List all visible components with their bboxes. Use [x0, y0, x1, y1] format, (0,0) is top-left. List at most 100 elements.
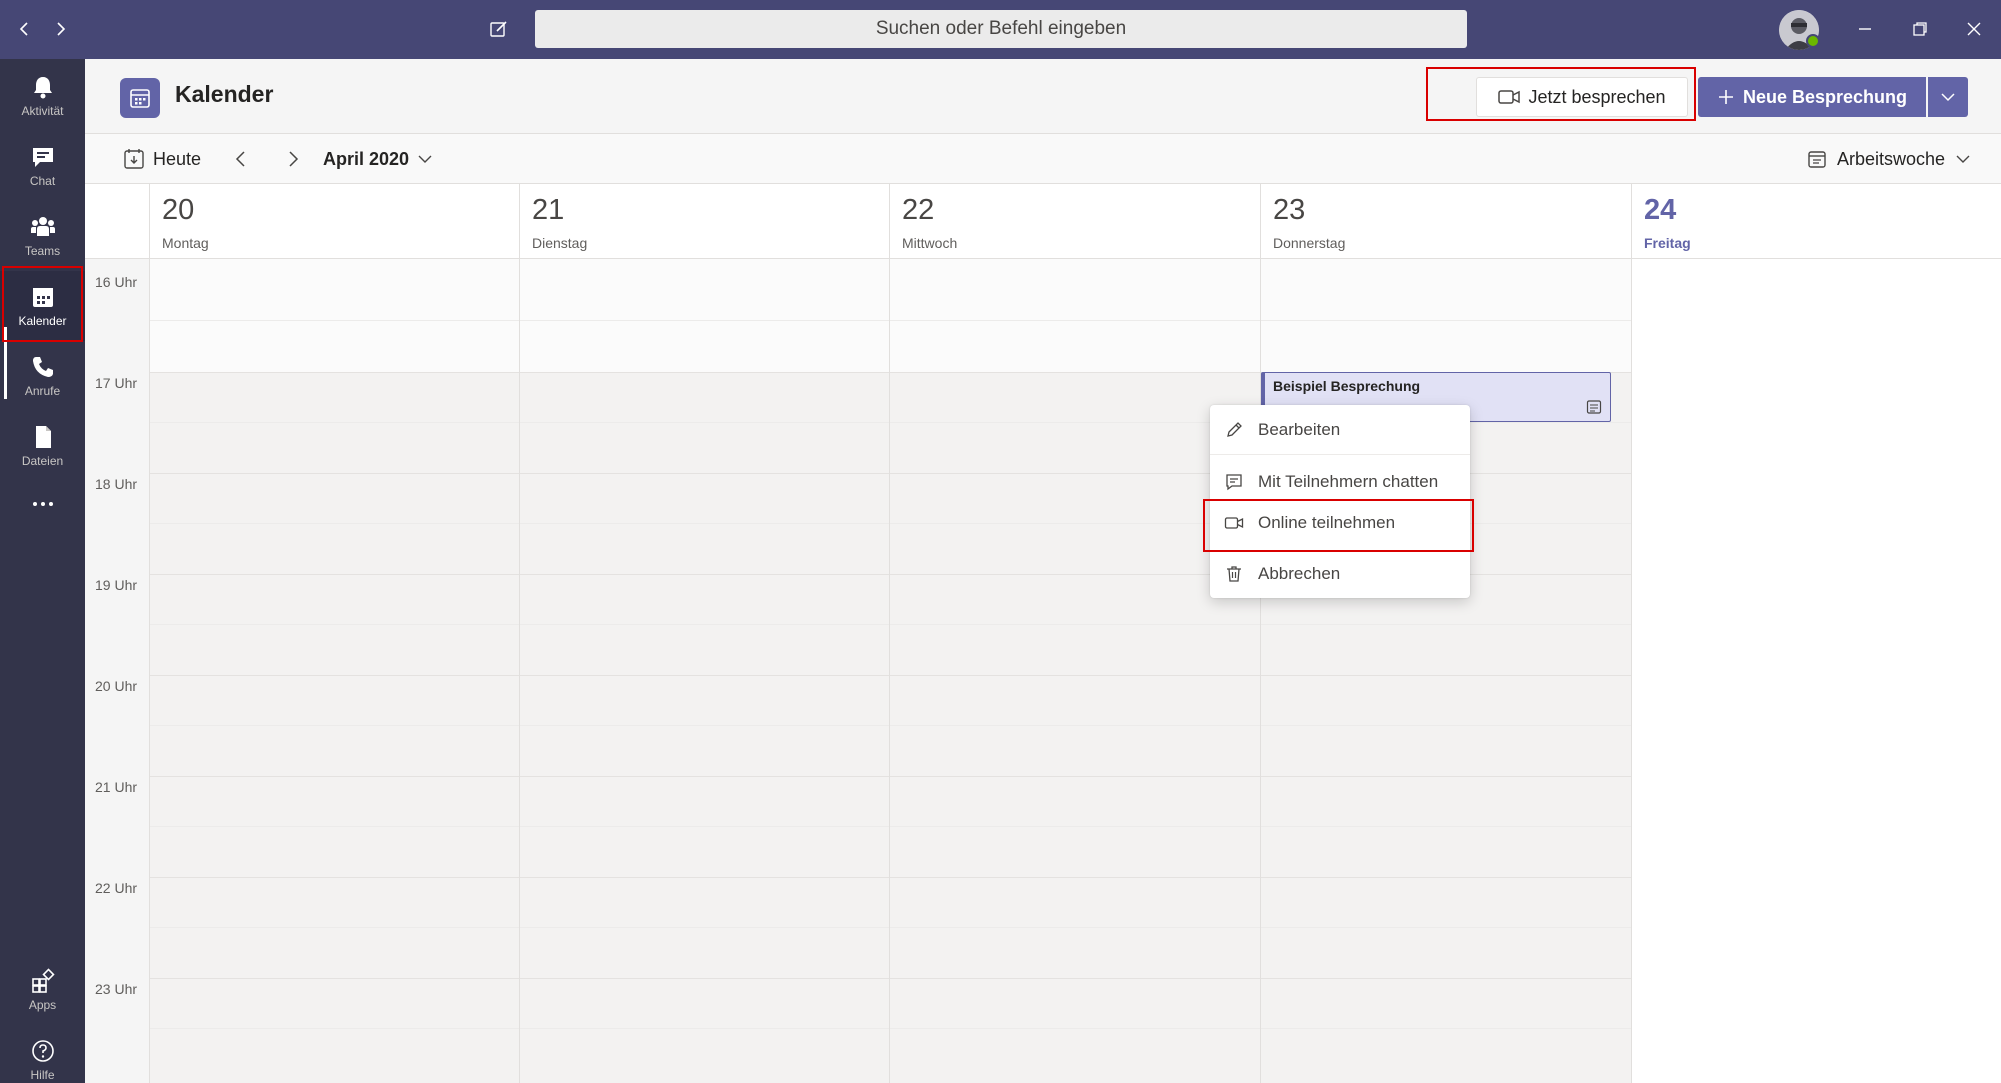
hour-label: 21 Uhr — [95, 779, 138, 795]
rail-item-files[interactable]: Dateien — [0, 411, 85, 481]
minimize-icon — [1859, 28, 1871, 30]
plus-icon — [1718, 90, 1733, 104]
rail-item-label: Anrufe — [24, 384, 61, 398]
hour-label: 23 Uhr — [95, 981, 138, 997]
chevron-right-icon — [289, 151, 299, 167]
meeting-details-icon — [1586, 400, 1602, 414]
hour-label: 16 Uhr — [95, 274, 138, 290]
new-meeting-dropdown-button[interactable] — [1928, 77, 1968, 117]
hour-label: 20 Uhr — [95, 678, 138, 694]
meet-now-label: Jetzt besprechen — [1528, 86, 1666, 107]
rail-item-teams[interactable]: Teams — [0, 201, 85, 271]
month-label: April 2020 — [323, 148, 410, 169]
presence-badge — [1806, 34, 1820, 48]
previous-week-button[interactable] — [226, 144, 256, 174]
close-icon — [1967, 22, 1981, 36]
rail-item-calls[interactable]: Anrufe — [0, 341, 85, 411]
rail-item-label: Dateien — [21, 454, 64, 468]
calendar-app-icon — [120, 78, 160, 118]
rail-item-label: Teams — [24, 244, 61, 258]
menu-separator — [1210, 454, 1470, 455]
today-button[interactable]: Heute — [123, 144, 201, 174]
day-header-thursday[interactable]: 23 Donnerstag — [1260, 184, 1631, 259]
calendar-toolbar: Heute April 2020 Arbeitswoche — [85, 134, 2001, 184]
chat-icon — [32, 148, 53, 167]
menu-item-edit[interactable]: Bearbeiten — [1210, 409, 1470, 451]
day-number: 22 — [902, 194, 935, 226]
more-dots-icon — [32, 502, 53, 506]
calendar-today-icon — [124, 149, 144, 169]
help-icon — [31, 1040, 54, 1062]
chevron-down-icon — [418, 155, 432, 163]
today-label: Heute — [153, 148, 202, 169]
close-button[interactable] — [1959, 14, 1989, 44]
day-header-monday[interactable]: 20 Montag — [149, 184, 519, 259]
trash-icon — [1227, 566, 1241, 582]
calendar-icon — [1808, 151, 1826, 168]
new-meeting-label: Neue Besprechung — [1742, 86, 1908, 107]
maximize-button[interactable] — [1905, 14, 1935, 44]
rail-item-label: Chat — [29, 174, 56, 188]
month-picker[interactable]: April 2020 — [323, 144, 433, 174]
chevron-right-icon — [57, 22, 66, 36]
menu-item-cancel[interactable]: Abbrechen — [1210, 553, 1470, 595]
view-picker[interactable]: Arbeitswoche — [1807, 144, 1971, 174]
event-title: Beispiel Besprechung — [1273, 378, 1421, 394]
day-header-tuesday[interactable]: 21 Dienstag — [519, 184, 889, 259]
video-camera-icon — [1498, 90, 1521, 104]
chevron-down-icon — [1956, 155, 1970, 163]
day-number: 23 — [1273, 194, 1306, 226]
new-meeting-button[interactable]: Neue Besprechung — [1698, 77, 1926, 117]
hour-label: 18 Uhr — [95, 476, 138, 492]
next-week-button[interactable] — [278, 144, 308, 174]
chevron-left-icon — [235, 151, 245, 167]
view-label: Arbeitswoche — [1837, 148, 1946, 169]
calendar-highlight-box — [2, 266, 83, 342]
rail-item-chat[interactable]: Chat — [0, 131, 85, 201]
time-gutter: 16 Uhr 17 Uhr 18 Uhr 19 Uhr 20 Uhr 21 Uh… — [85, 259, 149, 1083]
phone-icon — [32, 357, 53, 377]
day-name: Mittwoch — [902, 235, 958, 251]
calendar-grid: 16 Uhr 17 Uhr 18 Uhr 19 Uhr 20 Uhr 21 Uh… — [85, 259, 2001, 1083]
title-bar: Suchen oder Befehl eingeben — [0, 0, 2001, 59]
minimize-button[interactable] — [1850, 14, 1880, 44]
day-name: Freitag — [1644, 235, 1691, 251]
day-number: 20 — [162, 194, 195, 226]
rail-item-label: Hilfe — [30, 1068, 55, 1082]
rail-item-help[interactable]: Hilfe — [0, 1025, 85, 1083]
chat-icon — [1226, 474, 1242, 491]
search-input[interactable]: Suchen oder Befehl eingeben — [535, 10, 1467, 48]
page-title: Kalender — [175, 81, 274, 107]
menu-item-label: Bearbeiten — [1258, 420, 1341, 439]
rail-more-button[interactable] — [0, 481, 85, 531]
day-name: Dienstag — [532, 235, 588, 251]
hour-label: 17 Uhr — [95, 375, 138, 391]
calendar-icon — [130, 89, 150, 108]
forward-button[interactable] — [45, 14, 75, 44]
app-rail: Aktivität Chat Teams Kalender Anrufe Dat… — [0, 59, 85, 1083]
menu-item-label: Abbrechen — [1258, 564, 1341, 583]
rail-item-label: Apps — [28, 998, 57, 1012]
day-column-monday[interactable] — [149, 259, 519, 1083]
day-column-friday[interactable] — [1631, 259, 2001, 1083]
chevron-left-icon — [19, 22, 28, 36]
day-column-wednesday[interactable] — [889, 259, 1260, 1083]
chevron-down-icon — [1941, 93, 1955, 102]
meet-now-button[interactable]: Jetzt besprechen — [1476, 77, 1688, 117]
day-number: 24 — [1644, 194, 1677, 226]
hour-label: 22 Uhr — [95, 880, 138, 896]
rail-item-apps[interactable]: Apps — [0, 955, 85, 1025]
day-column-tuesday[interactable] — [519, 259, 889, 1083]
day-number: 21 — [532, 194, 565, 226]
hour-label: 19 Uhr — [95, 577, 138, 593]
rail-item-activity[interactable]: Aktivität — [0, 61, 85, 131]
teams-icon — [30, 217, 55, 236]
day-name: Donnerstag — [1273, 235, 1346, 251]
compose-button[interactable] — [484, 14, 514, 44]
join-online-highlight-box — [1203, 499, 1474, 552]
back-button[interactable] — [10, 14, 40, 44]
apps-icon — [31, 968, 55, 993]
day-header-friday[interactable]: 24 Freitag — [1631, 184, 2001, 259]
menu-item-chat-participants[interactable]: Mit Teilnehmern chatten — [1210, 461, 1470, 503]
day-header-wednesday[interactable]: 22 Mittwoch — [889, 184, 1260, 259]
